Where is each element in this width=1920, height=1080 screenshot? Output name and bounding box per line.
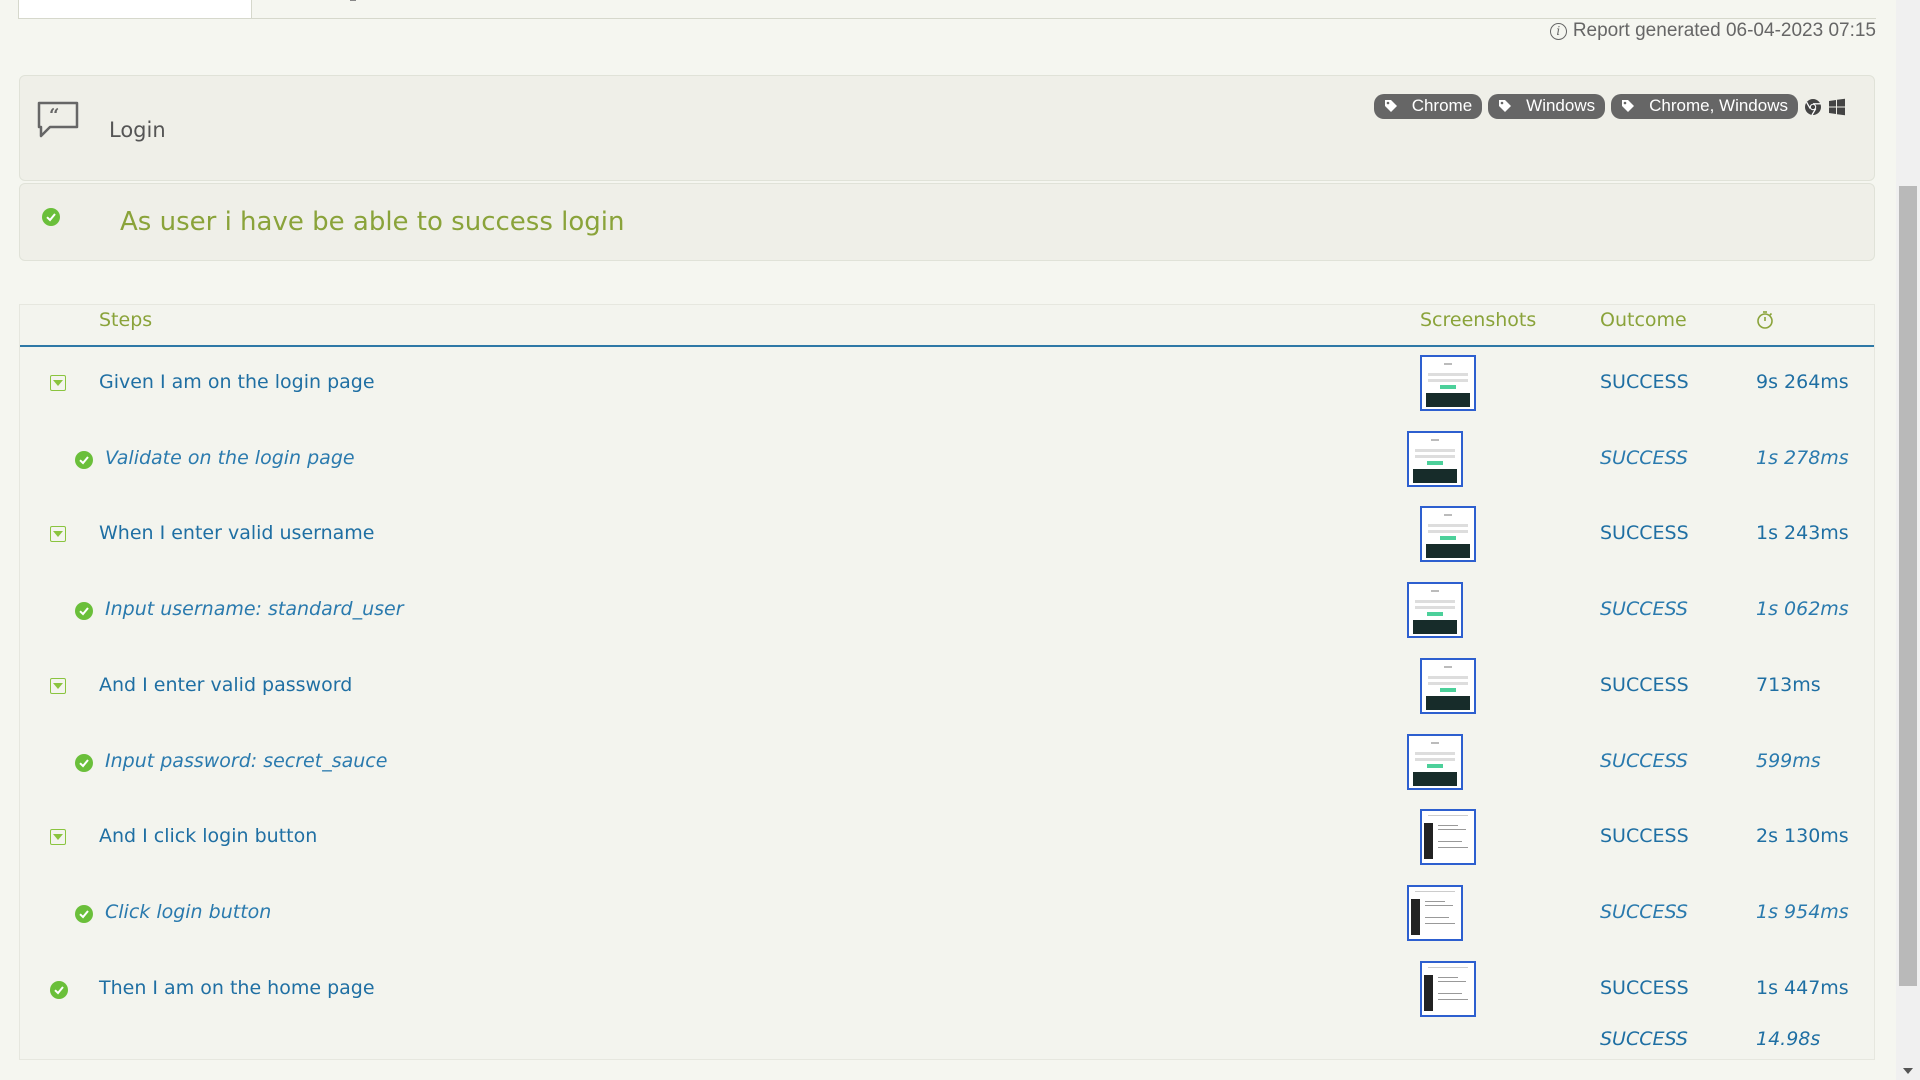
header-outcome: Outcome: [1600, 309, 1687, 331]
table-row: And I click login button SUCCESS 2s 130ms: [20, 800, 1874, 876]
step-outcome: SUCCESS: [1600, 522, 1689, 544]
substep-text: Click login button: [105, 901, 272, 923]
screenshot-thumbnail[interactable]: [1420, 506, 1476, 562]
substep-text: Input username: standard_user: [105, 598, 404, 620]
step-outcome: SUCCESS: [1600, 598, 1688, 620]
tab-inactive[interactable]: [350, 0, 356, 1]
table-row: Validate on the login page SUCCESS 1s 278m…: [20, 422, 1874, 498]
passed-check-icon: [50, 981, 68, 999]
step-duration: 1s 954ms: [1756, 901, 1849, 923]
passed-check-icon: [75, 451, 93, 469]
svg-text:“: “: [49, 105, 59, 126]
step-text: And I enter valid password: [99, 674, 353, 696]
report-generated-label: Report generated 06-04-2023 07:15: [1572, 20, 1876, 41]
step-duration: 1s 062ms: [1756, 598, 1849, 620]
windows-icon: [1829, 98, 1845, 115]
table-row: And I enter valid password SUCCESS 713ms: [20, 649, 1874, 725]
passed-check-icon: [75, 905, 93, 923]
expand-toggle-icon[interactable]: [50, 678, 66, 694]
table-row: When I enter valid username SUCCESS 1s 243…: [20, 497, 1874, 573]
table-header: Steps Screenshots Outcome: [20, 305, 1874, 347]
table-row: Input username: standard_user SUCCESS 1s 0…: [20, 573, 1874, 649]
step-duration: 599ms: [1756, 750, 1821, 772]
step-text: Then I am on the home page: [99, 977, 375, 999]
total-duration: 14.98s: [1756, 1028, 1821, 1050]
feature-title: Login: [109, 118, 166, 142]
steps-table: Steps Screenshots Outcome Given I am on …: [19, 304, 1875, 1060]
table-row: Given I am on the login page SUCCESS 9s 26…: [20, 346, 1874, 422]
scroll-down-arrow-icon[interactable]: [1903, 1068, 1913, 1074]
tag-label: Windows: [1526, 96, 1596, 115]
step-duration: 1s 243ms: [1756, 522, 1849, 544]
tab-strip: [18, 0, 1876, 19]
scenario-title: As user i have be able to success login: [120, 207, 625, 237]
quote-icon: “: [37, 101, 79, 138]
tag-chrome-windows[interactable]: Chrome, Windows: [1611, 94, 1798, 119]
screenshot-thumbnail[interactable]: [1407, 431, 1463, 487]
step-duration: 1s 447ms: [1756, 977, 1849, 999]
step-outcome: SUCCESS: [1600, 901, 1688, 923]
tag-chrome[interactable]: Chrome: [1373, 94, 1483, 119]
tag-label: Chrome, Windows: [1649, 96, 1788, 115]
info-icon: i: [1549, 22, 1567, 40]
tag-icon: [1384, 100, 1397, 112]
passed-check-icon: [75, 754, 93, 772]
step-text: When I enter valid username: [99, 522, 375, 544]
step-outcome: SUCCESS: [1600, 977, 1689, 999]
passed-check-icon: [75, 602, 93, 620]
vertical-scrollbar[interactable]: [1896, 0, 1920, 1080]
screenshot-thumbnail[interactable]: [1407, 582, 1463, 638]
expand-toggle-icon[interactable]: [50, 526, 66, 542]
screenshot-thumbnail[interactable]: [1407, 885, 1463, 941]
chrome-icon: [1805, 98, 1821, 115]
total-outcome: SUCCESS: [1600, 1028, 1688, 1050]
step-outcome: SUCCESS: [1600, 750, 1688, 772]
tag-icon: [1499, 100, 1512, 112]
screenshot-thumbnail[interactable]: [1420, 809, 1476, 865]
step-outcome: SUCCESS: [1600, 674, 1689, 696]
tag-windows[interactable]: Windows: [1488, 94, 1606, 119]
step-duration: 9s 264ms: [1756, 371, 1849, 393]
screenshot-thumbnail[interactable]: [1420, 658, 1476, 714]
step-text: And I click login button: [99, 825, 318, 847]
substep-text: Validate on the login page: [105, 447, 355, 469]
expand-toggle-icon[interactable]: [50, 375, 66, 391]
screenshot-thumbnail[interactable]: [1407, 734, 1463, 790]
step-outcome: SUCCESS: [1600, 371, 1689, 393]
screenshot-thumbnail[interactable]: [1420, 355, 1476, 411]
scrollbar-thumb[interactable]: [1899, 186, 1917, 986]
stopwatch-icon: [1757, 311, 1773, 329]
step-outcome: SUCCESS: [1600, 825, 1689, 847]
substep-text: Input password: secret_sauce: [105, 750, 388, 772]
feature-panel: “ Login Chrome Windows Chrome, Windows: [19, 75, 1875, 181]
tag-icon: [1622, 100, 1635, 112]
table-row: Input password: secret_sauce SUCCESS 599ms: [20, 725, 1874, 801]
tag-list: Chrome Windows Chrome, Windows: [1373, 94, 1846, 119]
passed-check-icon: [42, 208, 60, 226]
tab-active[interactable]: [18, 0, 252, 18]
table-row: Then I am on the home page SUCCESS 1s 447m…: [20, 952, 1874, 1028]
screenshot-thumbnail[interactable]: [1420, 961, 1476, 1017]
header-steps: Steps: [99, 309, 153, 331]
report-generated: i Report generated 06-04-2023 07:15: [1549, 20, 1876, 42]
step-duration: 1s 278ms: [1756, 447, 1849, 469]
step-outcome: SUCCESS: [1600, 447, 1688, 469]
tag-label: Chrome: [1411, 96, 1473, 115]
table-row: Click login button SUCCESS 1s 954ms: [20, 876, 1874, 952]
step-text: Given I am on the login page: [99, 371, 375, 393]
expand-toggle-icon[interactable]: [50, 829, 66, 845]
header-screenshots: Screenshots: [1420, 309, 1537, 331]
step-duration: 2s 130ms: [1756, 825, 1849, 847]
step-duration: 713ms: [1756, 674, 1821, 696]
scenario-panel: As user i have be able to success login: [19, 183, 1875, 261]
